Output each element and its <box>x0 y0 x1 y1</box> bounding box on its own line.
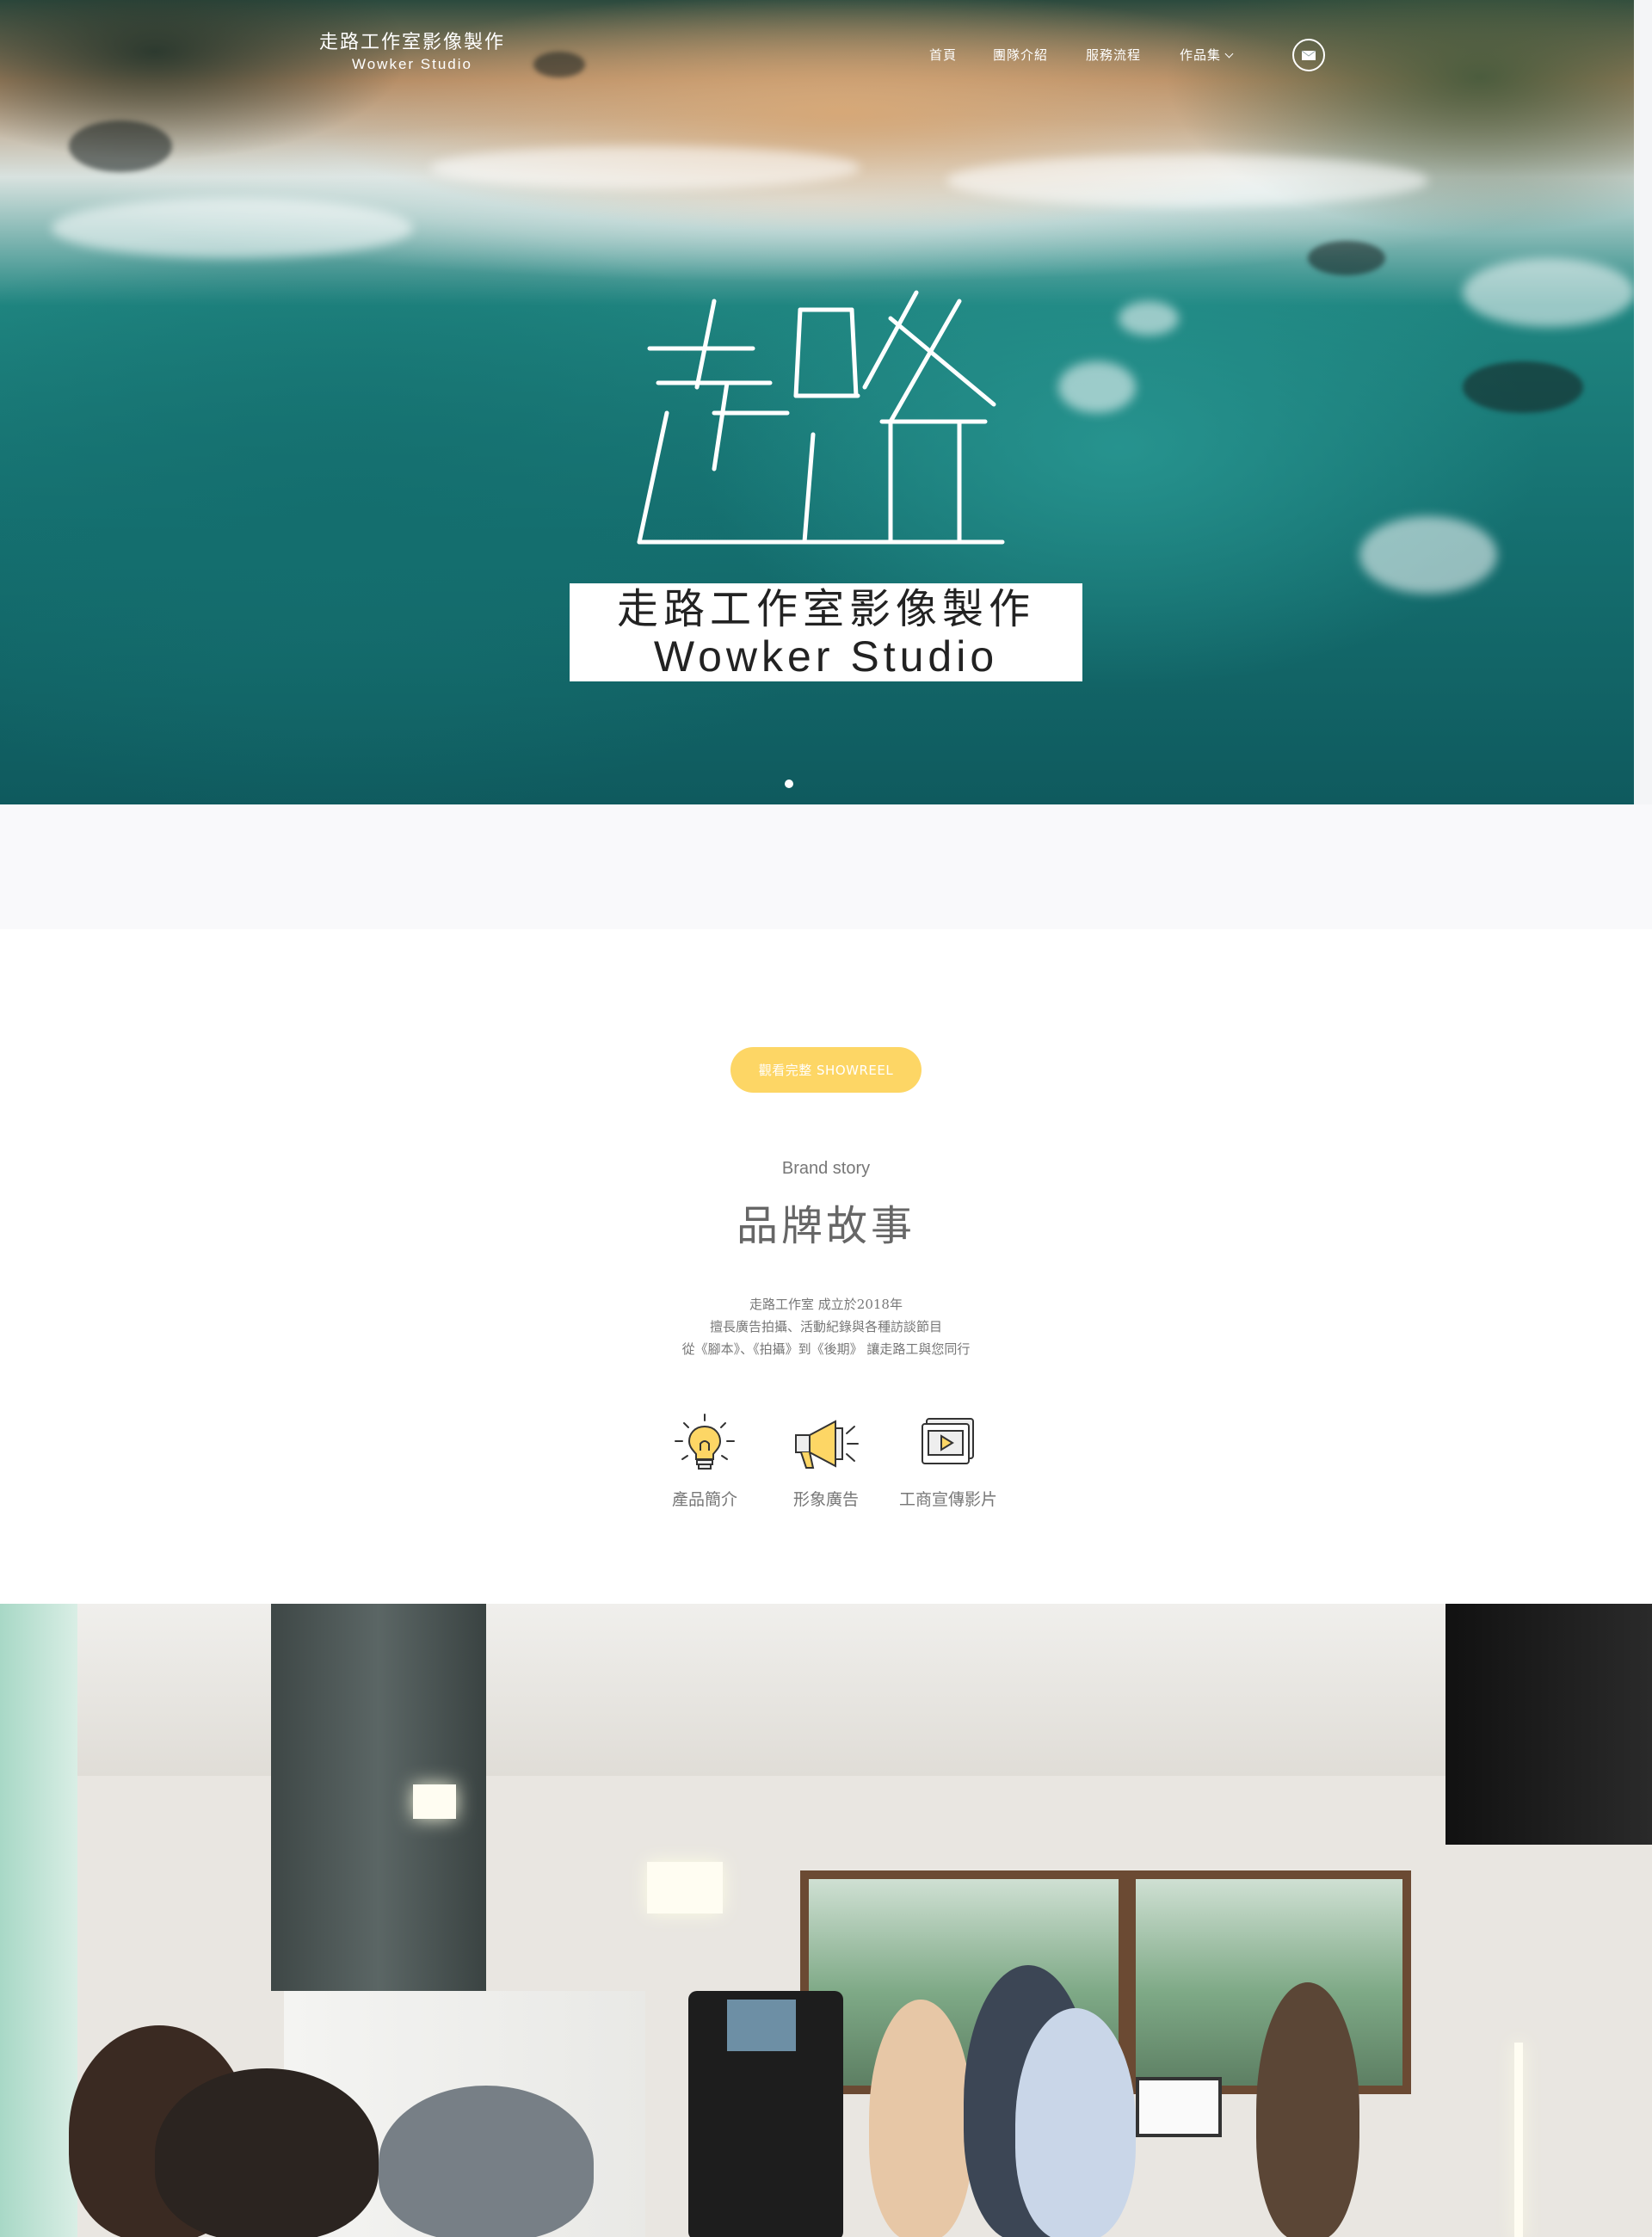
logo-name-zh: 走路工作室影像製作 <box>318 32 505 53</box>
section-title: 品牌故事 <box>736 1202 915 1250</box>
contact-mail-button[interactable] <box>1292 39 1325 71</box>
scrollbar-track[interactable] <box>1634 0 1652 804</box>
chevron-down-icon <box>1224 49 1234 59</box>
lightbulb-icon <box>675 1414 735 1470</box>
hero-title-zh: 走路工作室影像製作 <box>616 585 1035 633</box>
nav-item-portfolio[interactable]: 作品集 <box>1180 46 1234 64</box>
feature-product-intro: 產品簡介 <box>640 1411 769 1510</box>
brand-description: 走路工作室 成立於2018年 擅長廣告拍攝、活動紀錄與各種訪談節目 從《腳本》、… <box>0 1293 1652 1360</box>
hero-title-en: Wowker Studio <box>653 632 999 681</box>
feature-brand-ad: 形象廣告 <box>761 1411 891 1510</box>
nav-item-process[interactable]: 服務流程 <box>1086 46 1141 64</box>
feature-label: 工商宣傳影片 <box>898 1490 997 1509</box>
divider-band <box>0 804 1652 929</box>
feature-promo-video: 工商宣傳影片 <box>884 1411 1013 1510</box>
section-subtitle: Brand story <box>781 1159 871 1178</box>
studio-behind-scenes-photo <box>0 1604 1652 2237</box>
feature-label: 產品簡介 <box>671 1490 737 1509</box>
carousel-dot[interactable] <box>785 780 793 788</box>
description-line: 走路工作室 成立於2018年 <box>749 1297 903 1312</box>
nav-item-home[interactable]: 首頁 <box>929 46 957 64</box>
logo-name-en: Wowker Studio <box>351 56 472 72</box>
feature-label: 形象廣告 <box>792 1490 859 1509</box>
hero-banner: 走路工作室影像製作 Wowker Studio 首頁 團隊介紹 服務流程 作品集 <box>0 0 1634 804</box>
description-line: 擅長廣告拍攝、活動紀錄與各種訪談節目 <box>709 1319 942 1334</box>
mail-icon <box>1301 50 1316 60</box>
nav-item-team[interactable]: 團隊介紹 <box>993 46 1048 64</box>
megaphone-icon <box>795 1420 859 1469</box>
site-logo[interactable]: 走路工作室影像製作 Wowker Studio <box>317 31 508 74</box>
description-line: 從《腳本》、《拍攝》到《後期》 讓走路工與您同行 <box>681 1341 971 1357</box>
nav-item-portfolio-label: 作品集 <box>1180 47 1222 63</box>
showreel-button[interactable]: 觀看完整 SHOWREEL <box>730 1047 922 1093</box>
calligraphy-logo-mark <box>637 290 1005 545</box>
video-player-icon <box>922 1418 974 1464</box>
hero-title-box: 走路工作室影像製作 Wowker Studio <box>570 583 1082 681</box>
